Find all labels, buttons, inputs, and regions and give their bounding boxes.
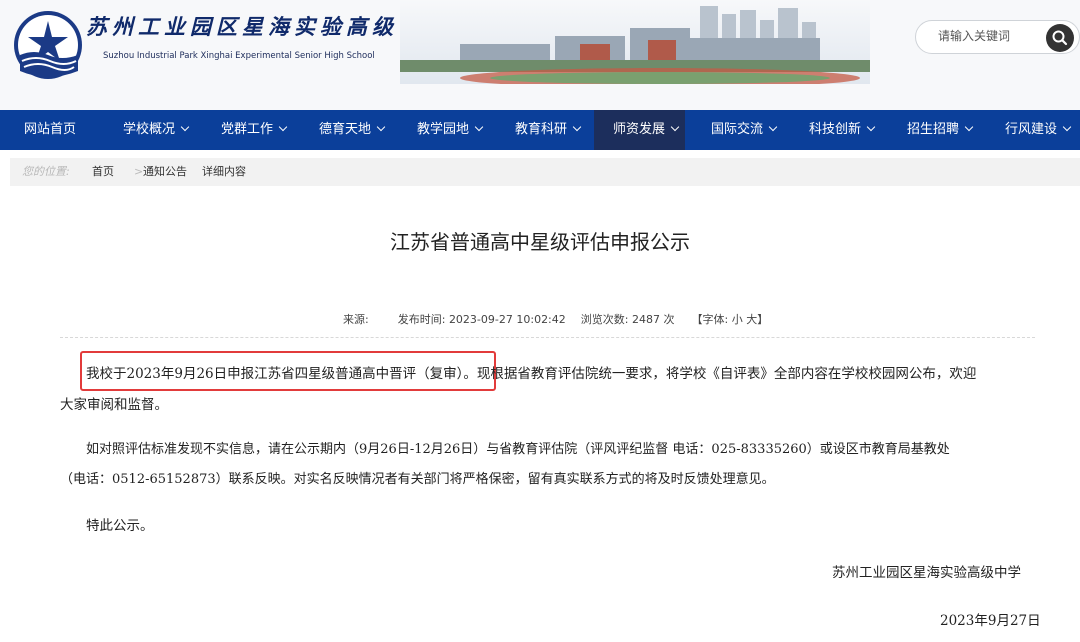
nav-label: 教育科研 (515, 122, 568, 137)
chevron-down-icon (474, 122, 484, 132)
nav-label: 科技创新 (809, 122, 862, 137)
nav-label: 德育天地 (319, 122, 372, 137)
school-emblem-icon[interactable] (12, 9, 86, 83)
nav-label: 网站首页 (24, 122, 77, 137)
site-header: 苏州工业园区星海实验高级中学 Suzhou Industrial Park Xi… (0, 0, 1080, 110)
search-box (915, 20, 1080, 54)
nav-item-tech-innovation[interactable]: 科技创新 (809, 110, 876, 150)
nav-item-research[interactable]: 教育科研 (515, 110, 582, 150)
nav-label: 师资发展 (613, 122, 666, 137)
chevron-down-icon (866, 122, 876, 132)
school-name-cn: 苏州工业园区星海实验高级中学 (86, 14, 450, 39)
nav-item-faculty-development[interactable]: 师资发展 (594, 110, 685, 150)
signature-date: 2023年9月27日 (940, 613, 1041, 629)
article-title: 江苏省普通高中星级评估申报公示 (390, 230, 690, 254)
chevron-down-icon (180, 122, 190, 132)
meta-divider (60, 337, 1035, 338)
views-count: 2487 (631, 313, 660, 326)
nav-label: 招生招聘 (907, 122, 960, 137)
breadcrumb: 您的位置: 首页 > 通知公告 详细内容 (10, 158, 1080, 186)
search-button[interactable] (1046, 24, 1074, 52)
chevron-down-icon (964, 122, 974, 132)
publish-time-label: 发布时间: (397, 313, 446, 326)
font-small-link[interactable]: 小 (732, 313, 743, 326)
signature: 苏州工业园区星海实验高级中学 (832, 565, 1021, 581)
views-label: 浏览次数: (580, 313, 629, 326)
paragraph-1-line-1: 我校于2023年9月26日申报江苏省四星级普通高中晋评（复审）。现根据省教育评估… (86, 362, 976, 382)
breadcrumb-current: 详细内容 (202, 165, 246, 178)
paragraph-2-line-2: （电话：0512-65152873）联系反映。对实名反映情况者有关部门将严格保密… (60, 472, 775, 487)
paragraph-1-line-2: 大家审阅和监督。 (60, 397, 168, 413)
font-large-link[interactable]: 大】 (746, 313, 768, 326)
magnifier-icon (1052, 30, 1068, 46)
nav-item-party-work[interactable]: 党群工作 (221, 110, 288, 150)
chevron-down-icon (376, 122, 386, 132)
paragraph-1-rest: 现根据省教育评估院统一要求，将学校《自评表》全部内容在学校校园网公布，欢迎 (476, 366, 977, 382)
nav-label: 国际交流 (711, 122, 764, 137)
school-name-en: Suzhou Industrial Park Xinghai Experimen… (103, 51, 375, 61)
source-label: 来源: (343, 313, 369, 326)
chevron-down-icon (670, 122, 680, 132)
breadcrumb-prefix: 您的位置: (22, 165, 70, 178)
nav-item-international[interactable]: 国际交流 (711, 110, 778, 150)
nav-item-moral-education[interactable]: 德育天地 (319, 110, 386, 150)
chevron-down-icon (1062, 122, 1072, 132)
nav-label: 行风建设 (1005, 122, 1058, 137)
chevron-down-icon (572, 122, 582, 132)
nav-item-conduct[interactable]: 行风建设 (1005, 110, 1072, 150)
paragraph-2-line-1: 如对照评估标准发现不实信息，请在公示期内（9月26日-12月26日）与省教育评估… (86, 442, 950, 457)
views-unit: 次 (663, 313, 675, 326)
nav-label: 教学园地 (417, 122, 470, 137)
article-meta: 来源: 发布时间: 2023-09-27 10:02:42 浏览次数: 2487… (343, 311, 768, 327)
nav-item-school-overview[interactable]: 学校概况 (123, 110, 190, 150)
paragraph-1-highlight: 我校于2023年9月26日申报江苏省四星级普通高中晋评（复审）。 (86, 366, 477, 382)
breadcrumb-category-link[interactable]: 通知公告 (143, 158, 187, 186)
chevron-down-icon (768, 122, 778, 132)
chevron-down-icon (278, 122, 288, 132)
nav-label: 党群工作 (221, 122, 274, 137)
breadcrumb-separator: > (134, 165, 144, 178)
nav-item-home[interactable]: 网站首页 (24, 110, 76, 150)
font-size-label: 【字体: (691, 313, 729, 326)
nav-item-teaching[interactable]: 教学园地 (417, 110, 484, 150)
publish-time: 2023-09-27 10:02:42 (448, 313, 566, 326)
main-nav: 网站首页 学校概况 党群工作 德育天地 教学园地 教育科研 师资发展 国际交流 … (0, 110, 1080, 150)
paragraph-3: 特此公示。 (86, 518, 154, 534)
breadcrumb-home-link[interactable]: 首页 (92, 158, 114, 186)
nav-item-recruitment[interactable]: 招生招聘 (907, 110, 974, 150)
nav-label: 学校概况 (123, 122, 176, 137)
campus-panorama-image (400, 0, 870, 90)
search-input[interactable] (938, 29, 1038, 43)
